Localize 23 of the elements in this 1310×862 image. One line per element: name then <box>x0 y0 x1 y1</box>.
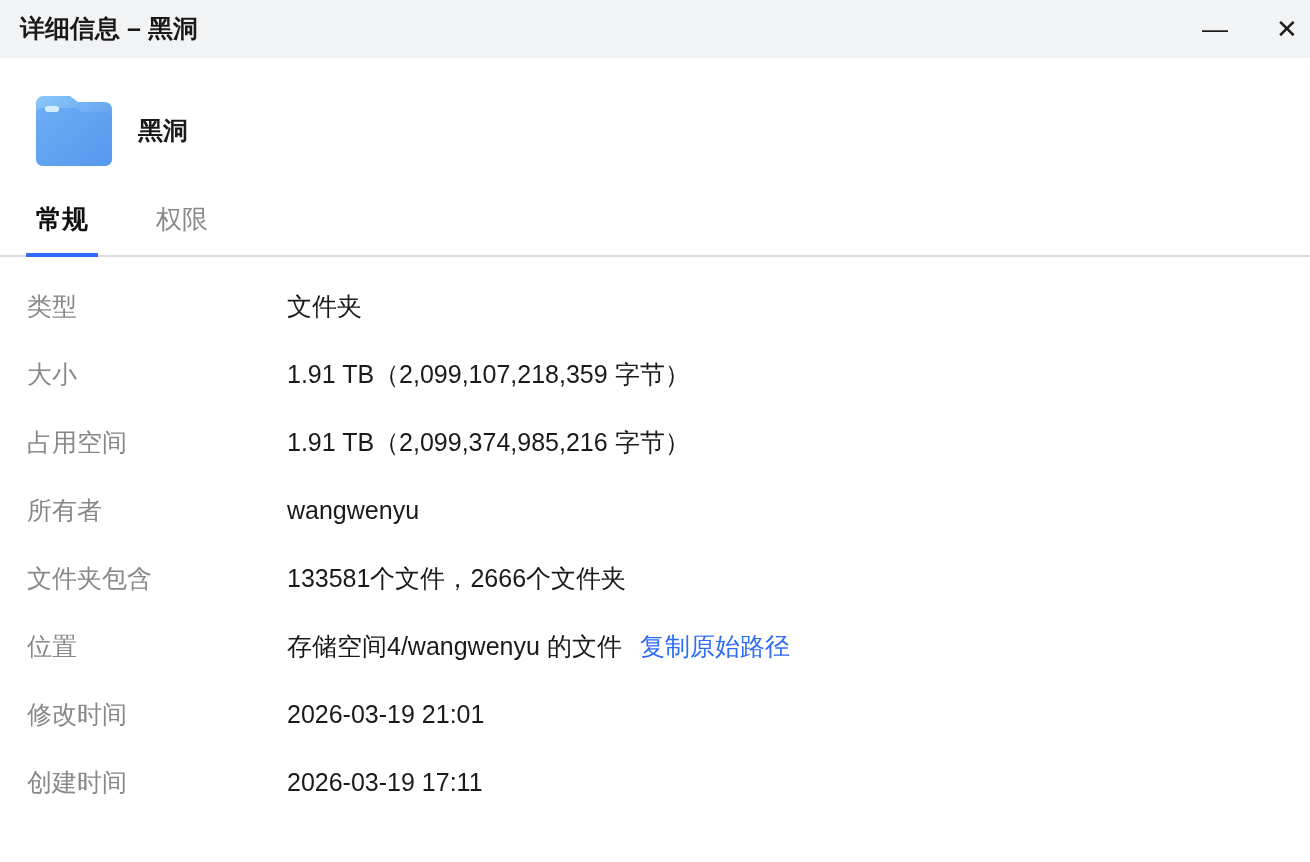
property-value: 1.91 TB（2,099,374,985,216 字节） <box>287 427 690 459</box>
folder-icon <box>36 96 112 166</box>
property-label: 位置 <box>27 631 78 663</box>
property-label: 文件夹包含 <box>27 563 153 595</box>
property-label: 创建时间 <box>27 767 128 799</box>
property-value: 1.91 TB（2,099,107,218,359 字节） <box>287 359 690 391</box>
folder-name: 黑洞 <box>138 115 188 147</box>
property-value: 文件夹 <box>287 291 362 323</box>
property-label: 占用空间 <box>27 427 128 459</box>
property-label: 所有者 <box>27 495 103 527</box>
property-value: 存储空间4/wangwenyu 的文件 <box>287 631 622 663</box>
window-title: 详细信息 – 黑洞 <box>20 13 198 45</box>
property-label: 类型 <box>27 291 78 323</box>
property-value: 133581个文件，2666个文件夹 <box>287 563 627 595</box>
tab[interactable]: 常规 <box>26 200 98 257</box>
close-button[interactable]: ✕ <box>1272 16 1302 42</box>
property-label: 大小 <box>27 359 78 391</box>
property-label: 修改时间 <box>27 699 128 731</box>
copy-path-link[interactable]: 复制原始路径 <box>639 628 790 666</box>
property-value: wangwenyu <box>287 495 420 527</box>
property-value: 2026-03-19 21:01 <box>287 699 485 731</box>
property-value: 2026-03-19 17:11 <box>287 767 483 799</box>
minimize-button[interactable]: — <box>1198 16 1232 42</box>
